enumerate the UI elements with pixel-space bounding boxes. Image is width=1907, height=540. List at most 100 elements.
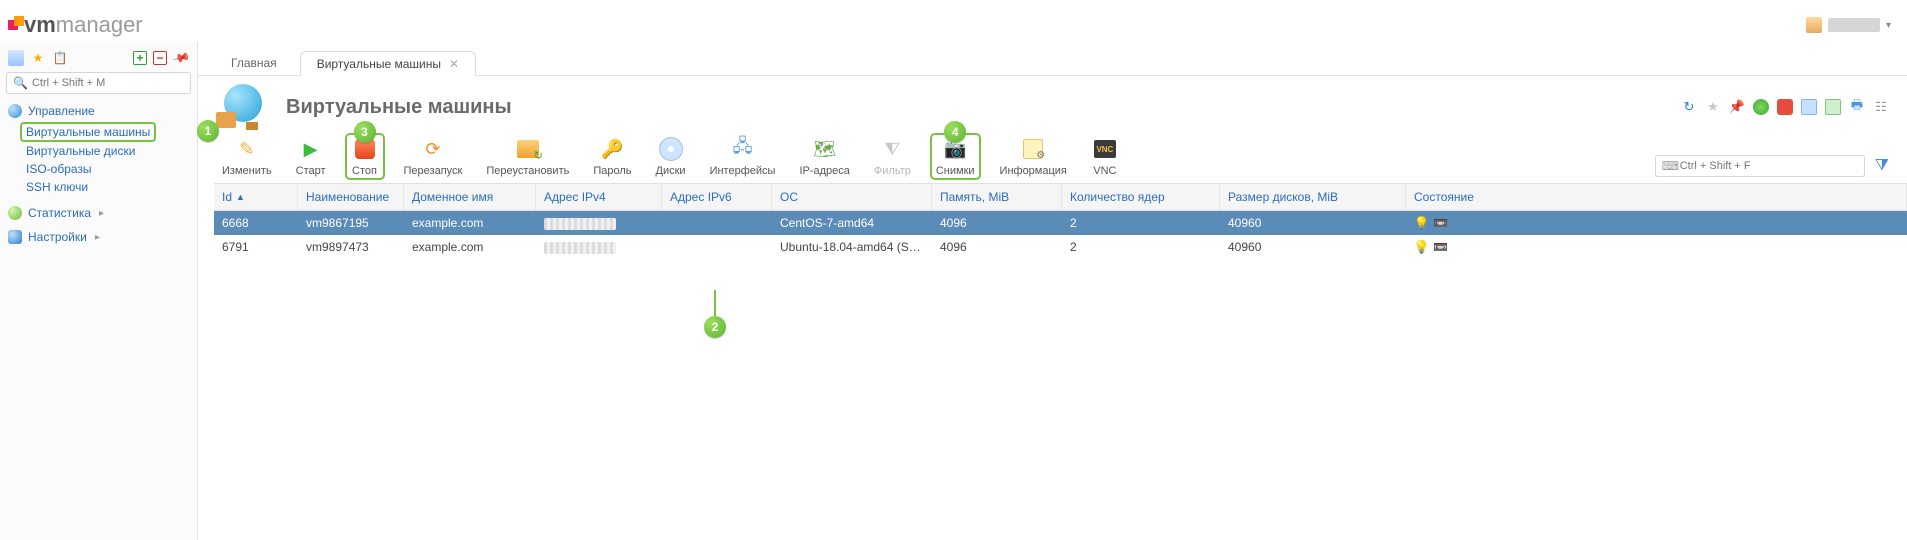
expand-all-icon[interactable]: + bbox=[133, 51, 147, 65]
tb-label: Диски bbox=[656, 165, 686, 177]
tb-interfaces[interactable]: 🖧Интерфейсы bbox=[710, 137, 776, 177]
tb-info[interactable]: Информация bbox=[1000, 137, 1067, 177]
tb-disks[interactable]: Диски bbox=[656, 137, 686, 177]
col-ipv6[interactable]: Адрес IPv6 bbox=[662, 184, 772, 210]
pin-page-icon[interactable]: 📌 bbox=[1729, 99, 1745, 115]
settings-icon bbox=[8, 230, 22, 244]
columns-config-icon[interactable]: ☷ bbox=[1873, 99, 1889, 115]
toolbar: ✎ Изменить ▶ Старт 3 Стоп ⟳Перезапуск Пере… bbox=[222, 136, 1119, 177]
sidebar-search-input[interactable] bbox=[32, 77, 186, 89]
callout-2-connector bbox=[714, 290, 716, 318]
cell-os: CentOS-7-amd64 bbox=[772, 216, 932, 230]
pin-icon[interactable]: 📌 bbox=[170, 47, 192, 69]
nav-section-label: Управление bbox=[28, 104, 95, 118]
cell-cores: 2 bbox=[1062, 216, 1220, 230]
tb-label: Изменить bbox=[222, 165, 272, 177]
chevron-down-icon: ▾ bbox=[1886, 20, 1891, 31]
col-mem[interactable]: Память, MiB bbox=[932, 184, 1062, 210]
cell-mem: 4096 bbox=[932, 240, 1062, 254]
nav-item-ssh[interactable]: SSH ключи bbox=[26, 178, 191, 196]
brand-vm: vm bbox=[24, 12, 56, 37]
favorite-icon[interactable]: ★ bbox=[1705, 99, 1721, 115]
disk-icon bbox=[657, 137, 685, 161]
cell-ipv4 bbox=[536, 216, 662, 230]
status-red-icon[interactable] bbox=[1777, 99, 1793, 115]
snapshot-icon: 📼 bbox=[1433, 240, 1448, 254]
list-icon[interactable] bbox=[8, 50, 24, 66]
tb-stop[interactable]: 3 Стоп bbox=[345, 133, 385, 180]
tb-restart[interactable]: ⟳Перезапуск bbox=[404, 137, 463, 177]
tb-label: Переустановить bbox=[486, 165, 569, 177]
col-id[interactable]: Id▲ bbox=[214, 184, 298, 210]
sidebar-search[interactable]: 🔍 bbox=[6, 72, 191, 94]
col-name[interactable]: Наименование bbox=[298, 184, 404, 210]
table-filter[interactable]: ⌨ bbox=[1655, 155, 1865, 177]
table-header: Id▲ Наименование Доменное имя Адрес IPv4… bbox=[214, 183, 1907, 211]
nav-item-vdisks[interactable]: Виртуальные диски bbox=[26, 142, 191, 160]
collapse-all-icon[interactable]: − bbox=[153, 51, 167, 65]
nav-item-vms[interactable]: Виртуальные машины bbox=[20, 122, 156, 142]
nav-section-label: Настройки bbox=[28, 230, 87, 244]
tb-label: Информация bbox=[1000, 165, 1067, 177]
sort-asc-icon: ▲ bbox=[236, 192, 245, 202]
tab-home[interactable]: Главная bbox=[214, 50, 294, 75]
tb-label: Фильтр bbox=[874, 165, 911, 177]
tab-label: Главная bbox=[231, 56, 277, 70]
cell-ipv4 bbox=[536, 240, 662, 254]
table-row[interactable]: 6668 vm9867195 example.com CentOS-7-amd6… bbox=[214, 211, 1907, 235]
tb-label: Перезапуск bbox=[404, 165, 463, 177]
snapshot-icon: 📼 bbox=[1433, 216, 1448, 230]
brand-mgr: manager bbox=[56, 12, 143, 37]
close-icon[interactable]: ✕ bbox=[449, 57, 459, 71]
tab-bar: Главная Виртуальные машины ✕ bbox=[198, 42, 1907, 76]
status-green-icon[interactable] bbox=[1753, 99, 1769, 115]
nav-section-label: Статистика bbox=[28, 206, 91, 220]
reinstall-icon bbox=[514, 137, 542, 161]
tb-snapshots[interactable]: 4 📷Снимки bbox=[930, 133, 981, 180]
avatar-icon bbox=[1806, 17, 1822, 33]
col-domain[interactable]: Доменное имя bbox=[404, 184, 536, 210]
ip-redacted bbox=[544, 218, 616, 230]
nav-section-management[interactable]: Управление bbox=[6, 102, 191, 120]
nav-section-settings[interactable]: Настройки ▸ bbox=[6, 228, 191, 246]
tb-vnc[interactable]: VNCVNC bbox=[1091, 137, 1119, 177]
star-icon[interactable]: ★ bbox=[30, 50, 46, 66]
vm-table: Id▲ Наименование Доменное имя Адрес IPv4… bbox=[214, 183, 1907, 259]
tb-filter: ⧨Фильтр bbox=[874, 137, 911, 177]
filter-funnel-icon[interactable]: ⧩ bbox=[1875, 157, 1889, 175]
col-state[interactable]: Состояние bbox=[1406, 184, 1907, 210]
cell-state: 💡📼 bbox=[1406, 216, 1907, 230]
tb-edit[interactable]: ✎ Изменить bbox=[222, 137, 272, 177]
tb-password[interactable]: 🔑Пароль bbox=[593, 137, 631, 177]
tb-start[interactable]: ▶ Старт bbox=[296, 137, 326, 177]
export-doc-icon[interactable] bbox=[1801, 99, 1817, 115]
tb-ip[interactable]: 🗺IP-адреса bbox=[799, 137, 849, 177]
cell-disk: 40960 bbox=[1220, 216, 1406, 230]
print-icon[interactable]: 🖶 bbox=[1849, 99, 1865, 115]
cell-name: vm9897473 bbox=[298, 240, 404, 254]
edit-icon: ✎ bbox=[233, 137, 261, 161]
tab-vms[interactable]: Виртуальные машины ✕ bbox=[300, 51, 476, 76]
col-os[interactable]: ОС bbox=[772, 184, 932, 210]
tb-label: Старт bbox=[296, 165, 326, 177]
refresh-icon[interactable]: ↻ bbox=[1681, 99, 1697, 115]
tb-reinstall[interactable]: Переустановить bbox=[486, 137, 569, 177]
ip-icon: 🗺 bbox=[811, 137, 839, 161]
table-filter-input[interactable] bbox=[1680, 160, 1858, 172]
clipboard-icon[interactable]: 📋 bbox=[52, 50, 68, 66]
cell-os: Ubuntu-18.04-amd64 (Secon bbox=[772, 240, 932, 254]
export-xls-icon[interactable] bbox=[1825, 99, 1841, 115]
col-ipv4[interactable]: Адрес IPv4 bbox=[536, 184, 662, 210]
cell-cores: 2 bbox=[1062, 240, 1220, 254]
col-disk[interactable]: Размер дисков, MiB bbox=[1220, 184, 1406, 210]
user-menu[interactable]: ▾ bbox=[1806, 17, 1891, 33]
play-icon: ▶ bbox=[297, 137, 325, 161]
sidebar-toolbar: ★ 📋 + − 📌 bbox=[6, 48, 191, 72]
sidebar: ★ 📋 + − 📌 🔍 Управление bbox=[0, 42, 198, 540]
cell-domain: example.com bbox=[404, 240, 536, 254]
col-cores[interactable]: Количество ядер bbox=[1062, 184, 1220, 210]
nav-section-stats[interactable]: Статистика ▸ bbox=[6, 204, 191, 222]
table-row[interactable]: 6791 vm9897473 example.com Ubuntu-18.04-… bbox=[214, 235, 1907, 259]
cell-disk: 40960 bbox=[1220, 240, 1406, 254]
nav-item-iso[interactable]: ISO-образы bbox=[26, 160, 191, 178]
